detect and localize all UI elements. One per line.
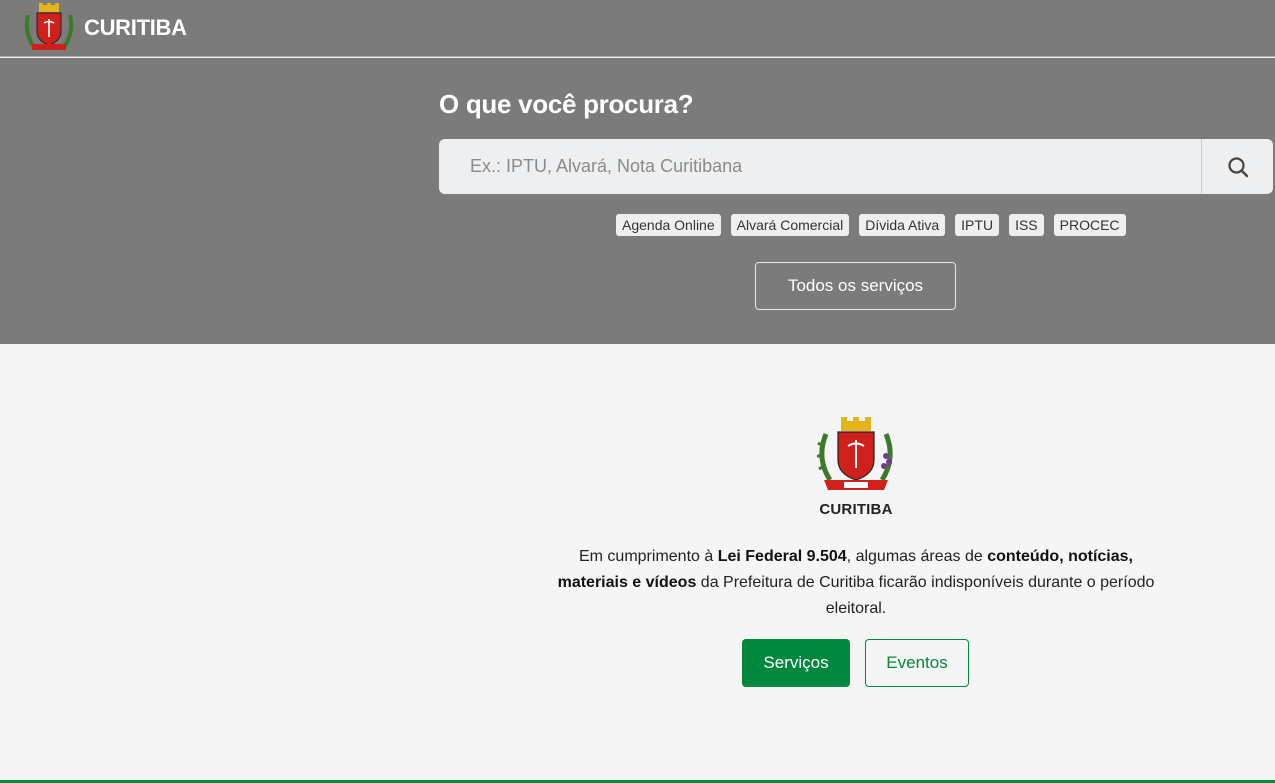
main-content: CURITIBA Em cumprimento à Lei Federal 9.… — [0, 344, 1275, 780]
search-hero: O que você procura? Agenda Online Alvará… — [0, 58, 1275, 344]
search-bar — [439, 139, 1273, 194]
eventos-button[interactable]: Eventos — [865, 639, 969, 687]
site-brand[interactable]: CURITIBA — [84, 15, 187, 41]
electoral-notice: Em cumprimento à Lei Federal 9.504, algu… — [556, 544, 1156, 622]
notice-law-reference: Lei Federal 9.504 — [717, 548, 847, 565]
search-icon — [1227, 156, 1248, 177]
notice-text: Em cumprimento à — [578, 548, 718, 565]
coat-of-arms-icon — [817, 417, 893, 490]
all-services-button[interactable]: Todos os serviços — [755, 262, 956, 310]
tag-divida-ativa[interactable]: Dívida Ativa — [859, 214, 946, 236]
search-title: O que você procura? — [439, 89, 694, 119]
quick-tags: Agenda Online Alvará Comercial Dívida At… — [616, 214, 1126, 236]
notice-text: , algumas áreas de — [846, 548, 988, 565]
notice-text: da Prefeitura de Curitiba ficarão indisp… — [696, 574, 1155, 617]
tag-iptu[interactable]: IPTU — [955, 214, 1000, 236]
tag-alvara-comercial[interactable]: Alvará Comercial — [730, 214, 850, 236]
search-button[interactable] — [1201, 139, 1273, 194]
logo-wordmark: CURITIBA — [819, 501, 893, 518]
servicos-button[interactable]: Serviços — [742, 639, 850, 687]
search-input[interactable] — [439, 139, 1201, 194]
coat-of-arms-icon[interactable] — [22, 3, 76, 53]
tag-procec[interactable]: PROCEC — [1053, 214, 1126, 236]
top-bar: CURITIBA — [0, 0, 1275, 57]
tag-agenda-online[interactable]: Agenda Online — [616, 214, 721, 236]
tag-iss[interactable]: ISS — [1009, 214, 1044, 236]
